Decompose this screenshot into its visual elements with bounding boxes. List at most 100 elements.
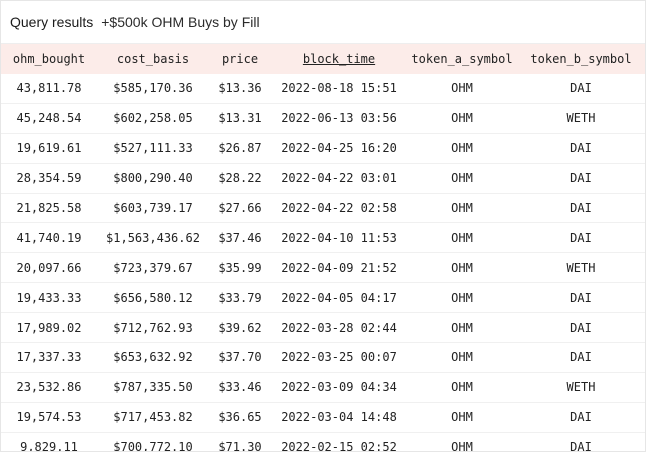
cell-cost-basis: $1,563,436.62 [97, 222, 209, 254]
column-header-token-a-symbol[interactable]: token_a_symbol [407, 44, 517, 74]
cell-cost-basis: $787,335.50 [97, 372, 209, 403]
cell-token-a-symbol: OHM [407, 432, 517, 451]
cell-cost-basis: $712,762.93 [97, 312, 209, 344]
cell-token-a-symbol: OHM [407, 74, 517, 104]
cell-token-a-symbol: OHM [407, 312, 517, 344]
cell-price: $37.46 [209, 222, 271, 254]
cell-ohm-bought: 17,989.02 [1, 312, 97, 344]
cell-block-time: 2022-03-04 14:48 [271, 402, 407, 433]
cell-token-b-symbol: DAI [517, 222, 645, 254]
table-row: 19,574.53 $717,453.82 $36.65 2022-03-04 14:… [1, 402, 645, 433]
cell-cost-basis: $717,453.82 [97, 402, 209, 433]
column-header-ohm-bought[interactable]: ohm_bought [1, 44, 97, 74]
cell-token-b-symbol: DAI [517, 193, 645, 224]
cell-cost-basis: $656,580.12 [97, 282, 209, 314]
cell-price: $26.87 [209, 133, 271, 164]
cell-token-b-symbol: WETH [517, 252, 645, 284]
cell-ohm-bought: 28,354.59 [1, 163, 97, 194]
cell-cost-basis: $603,739.17 [97, 193, 209, 224]
cell-token-b-symbol: DAI [517, 282, 645, 314]
cell-ohm-bought: 19,619.61 [1, 133, 97, 164]
cell-ohm-bought: 9,829.11 [1, 432, 97, 451]
cell-ohm-bought: 19,433.33 [1, 282, 97, 314]
table-row: 20,097.66 $723,379.67 $35.99 2022-04-09 21:… [1, 252, 645, 284]
query-name[interactable]: +$500k OHM Buys by Fill [101, 14, 259, 30]
column-header-price[interactable]: price [209, 44, 271, 74]
cell-token-b-symbol: DAI [517, 74, 645, 104]
cell-token-a-symbol: OHM [407, 252, 517, 284]
cell-token-b-symbol: DAI [517, 163, 645, 194]
column-header-cost-basis[interactable]: cost_basis [97, 44, 209, 74]
cell-price: $35.99 [209, 252, 271, 284]
cell-block-time: 2022-03-09 04:34 [271, 372, 407, 403]
table-header-row: ohm_bought cost_basis price block_time t… [1, 44, 645, 74]
cell-price: $33.79 [209, 282, 271, 314]
cell-ohm-bought: 23,532.86 [1, 372, 97, 403]
cell-token-a-symbol: OHM [407, 402, 517, 433]
cell-price: $71.30 [209, 432, 271, 451]
column-header-token-b-symbol[interactable]: token_b_symbol [517, 44, 645, 74]
cell-block-time: 2022-04-22 02:58 [271, 193, 407, 224]
cell-cost-basis: $653,632.92 [97, 342, 209, 373]
table-row: 19,433.33 $656,580.12 $33.79 2022-04-05 04:… [1, 282, 645, 314]
cell-block-time: 2022-08-18 15:51 [271, 74, 407, 104]
cell-block-time: 2022-04-25 16:20 [271, 133, 407, 164]
table-row: 9,829.11 $700,772.10 $71.30 2022-02-15 02:5… [1, 432, 645, 451]
cell-token-b-symbol: DAI [517, 342, 645, 373]
results-title: Query results [10, 14, 94, 30]
cell-block-time: 2022-04-22 03:01 [271, 163, 407, 194]
sorted-column-label[interactable]: block_time [303, 52, 375, 66]
table-row: 17,337.33 $653,632.92 $37.70 2022-03-25 00:… [1, 342, 645, 373]
table-body: 43,811.78 $585,170.36 $13.36 2022-08-18 15:… [1, 74, 645, 451]
table-row: 17,989.02 $712,762.93 $39.62 2022-03-28 02:… [1, 312, 645, 344]
cell-ohm-bought: 17,337.33 [1, 342, 97, 373]
cell-block-time: 2022-04-10 11:53 [271, 222, 407, 254]
cell-price: $13.31 [209, 103, 271, 134]
cell-token-a-symbol: OHM [407, 193, 517, 224]
cell-block-time: 2022-02-15 02:52 [271, 432, 407, 451]
cell-block-time: 2022-03-28 02:44 [271, 312, 407, 344]
cell-ohm-bought: 20,097.66 [1, 252, 97, 284]
cell-price: $37.70 [209, 342, 271, 373]
cell-token-b-symbol: DAI [517, 402, 645, 433]
cell-token-a-symbol: OHM [407, 103, 517, 134]
table-row: 28,354.59 $800,290.40 $28.22 2022-04-22 03:… [1, 163, 645, 194]
results-header: Query results +$500k OHM Buys by Fill [1, 1, 645, 44]
column-header-block-time[interactable]: block_time [271, 44, 407, 74]
cell-price: $33.46 [209, 372, 271, 403]
cell-token-b-symbol: DAI [517, 133, 645, 164]
cell-token-a-symbol: OHM [407, 133, 517, 164]
cell-ohm-bought: 43,811.78 [1, 74, 97, 104]
cell-ohm-bought: 41,740.19 [1, 222, 97, 254]
cell-cost-basis: $800,290.40 [97, 163, 209, 194]
cell-token-a-symbol: OHM [407, 372, 517, 403]
cell-price: $39.62 [209, 312, 271, 344]
cell-block-time: 2022-04-09 21:52 [271, 252, 407, 284]
table-row: 43,811.78 $585,170.36 $13.36 2022-08-18 15:… [1, 74, 645, 104]
cell-price: $27.66 [209, 193, 271, 224]
cell-price: $13.36 [209, 74, 271, 104]
cell-block-time: 2022-04-05 04:17 [271, 282, 407, 314]
cell-token-a-symbol: OHM [407, 282, 517, 314]
query-results-panel: Query results +$500k OHM Buys by Fill oh… [0, 0, 646, 452]
cell-block-time: 2022-06-13 03:56 [271, 103, 407, 134]
cell-ohm-bought: 21,825.58 [1, 193, 97, 224]
cell-cost-basis: $585,170.36 [97, 74, 209, 104]
cell-token-b-symbol: DAI [517, 432, 645, 451]
table-row: 41,740.19 $1,563,436.62 $37.46 2022-04-10 1… [1, 222, 645, 254]
cell-token-a-symbol: OHM [407, 163, 517, 194]
cell-token-b-symbol: WETH [517, 103, 645, 134]
table-row: 45,248.54 $602,258.05 $13.31 2022-06-13 03:… [1, 103, 645, 134]
cell-cost-basis: $700,772.10 [97, 432, 209, 451]
results-table: ohm_bought cost_basis price block_time t… [1, 44, 645, 451]
table-row: 19,619.61 $527,111.33 $26.87 2022-04-25 16:… [1, 133, 645, 164]
cell-cost-basis: $602,258.05 [97, 103, 209, 134]
cell-price: $36.65 [209, 402, 271, 433]
cell-token-a-symbol: OHM [407, 342, 517, 373]
cell-token-b-symbol: WETH [517, 372, 645, 403]
cell-cost-basis: $527,111.33 [97, 133, 209, 164]
table-row: 23,532.86 $787,335.50 $33.46 2022-03-09 04:… [1, 372, 645, 403]
cell-block-time: 2022-03-25 00:07 [271, 342, 407, 373]
cell-token-b-symbol: DAI [517, 312, 645, 344]
table-row: 21,825.58 $603,739.17 $27.66 2022-04-22 02:… [1, 193, 645, 224]
